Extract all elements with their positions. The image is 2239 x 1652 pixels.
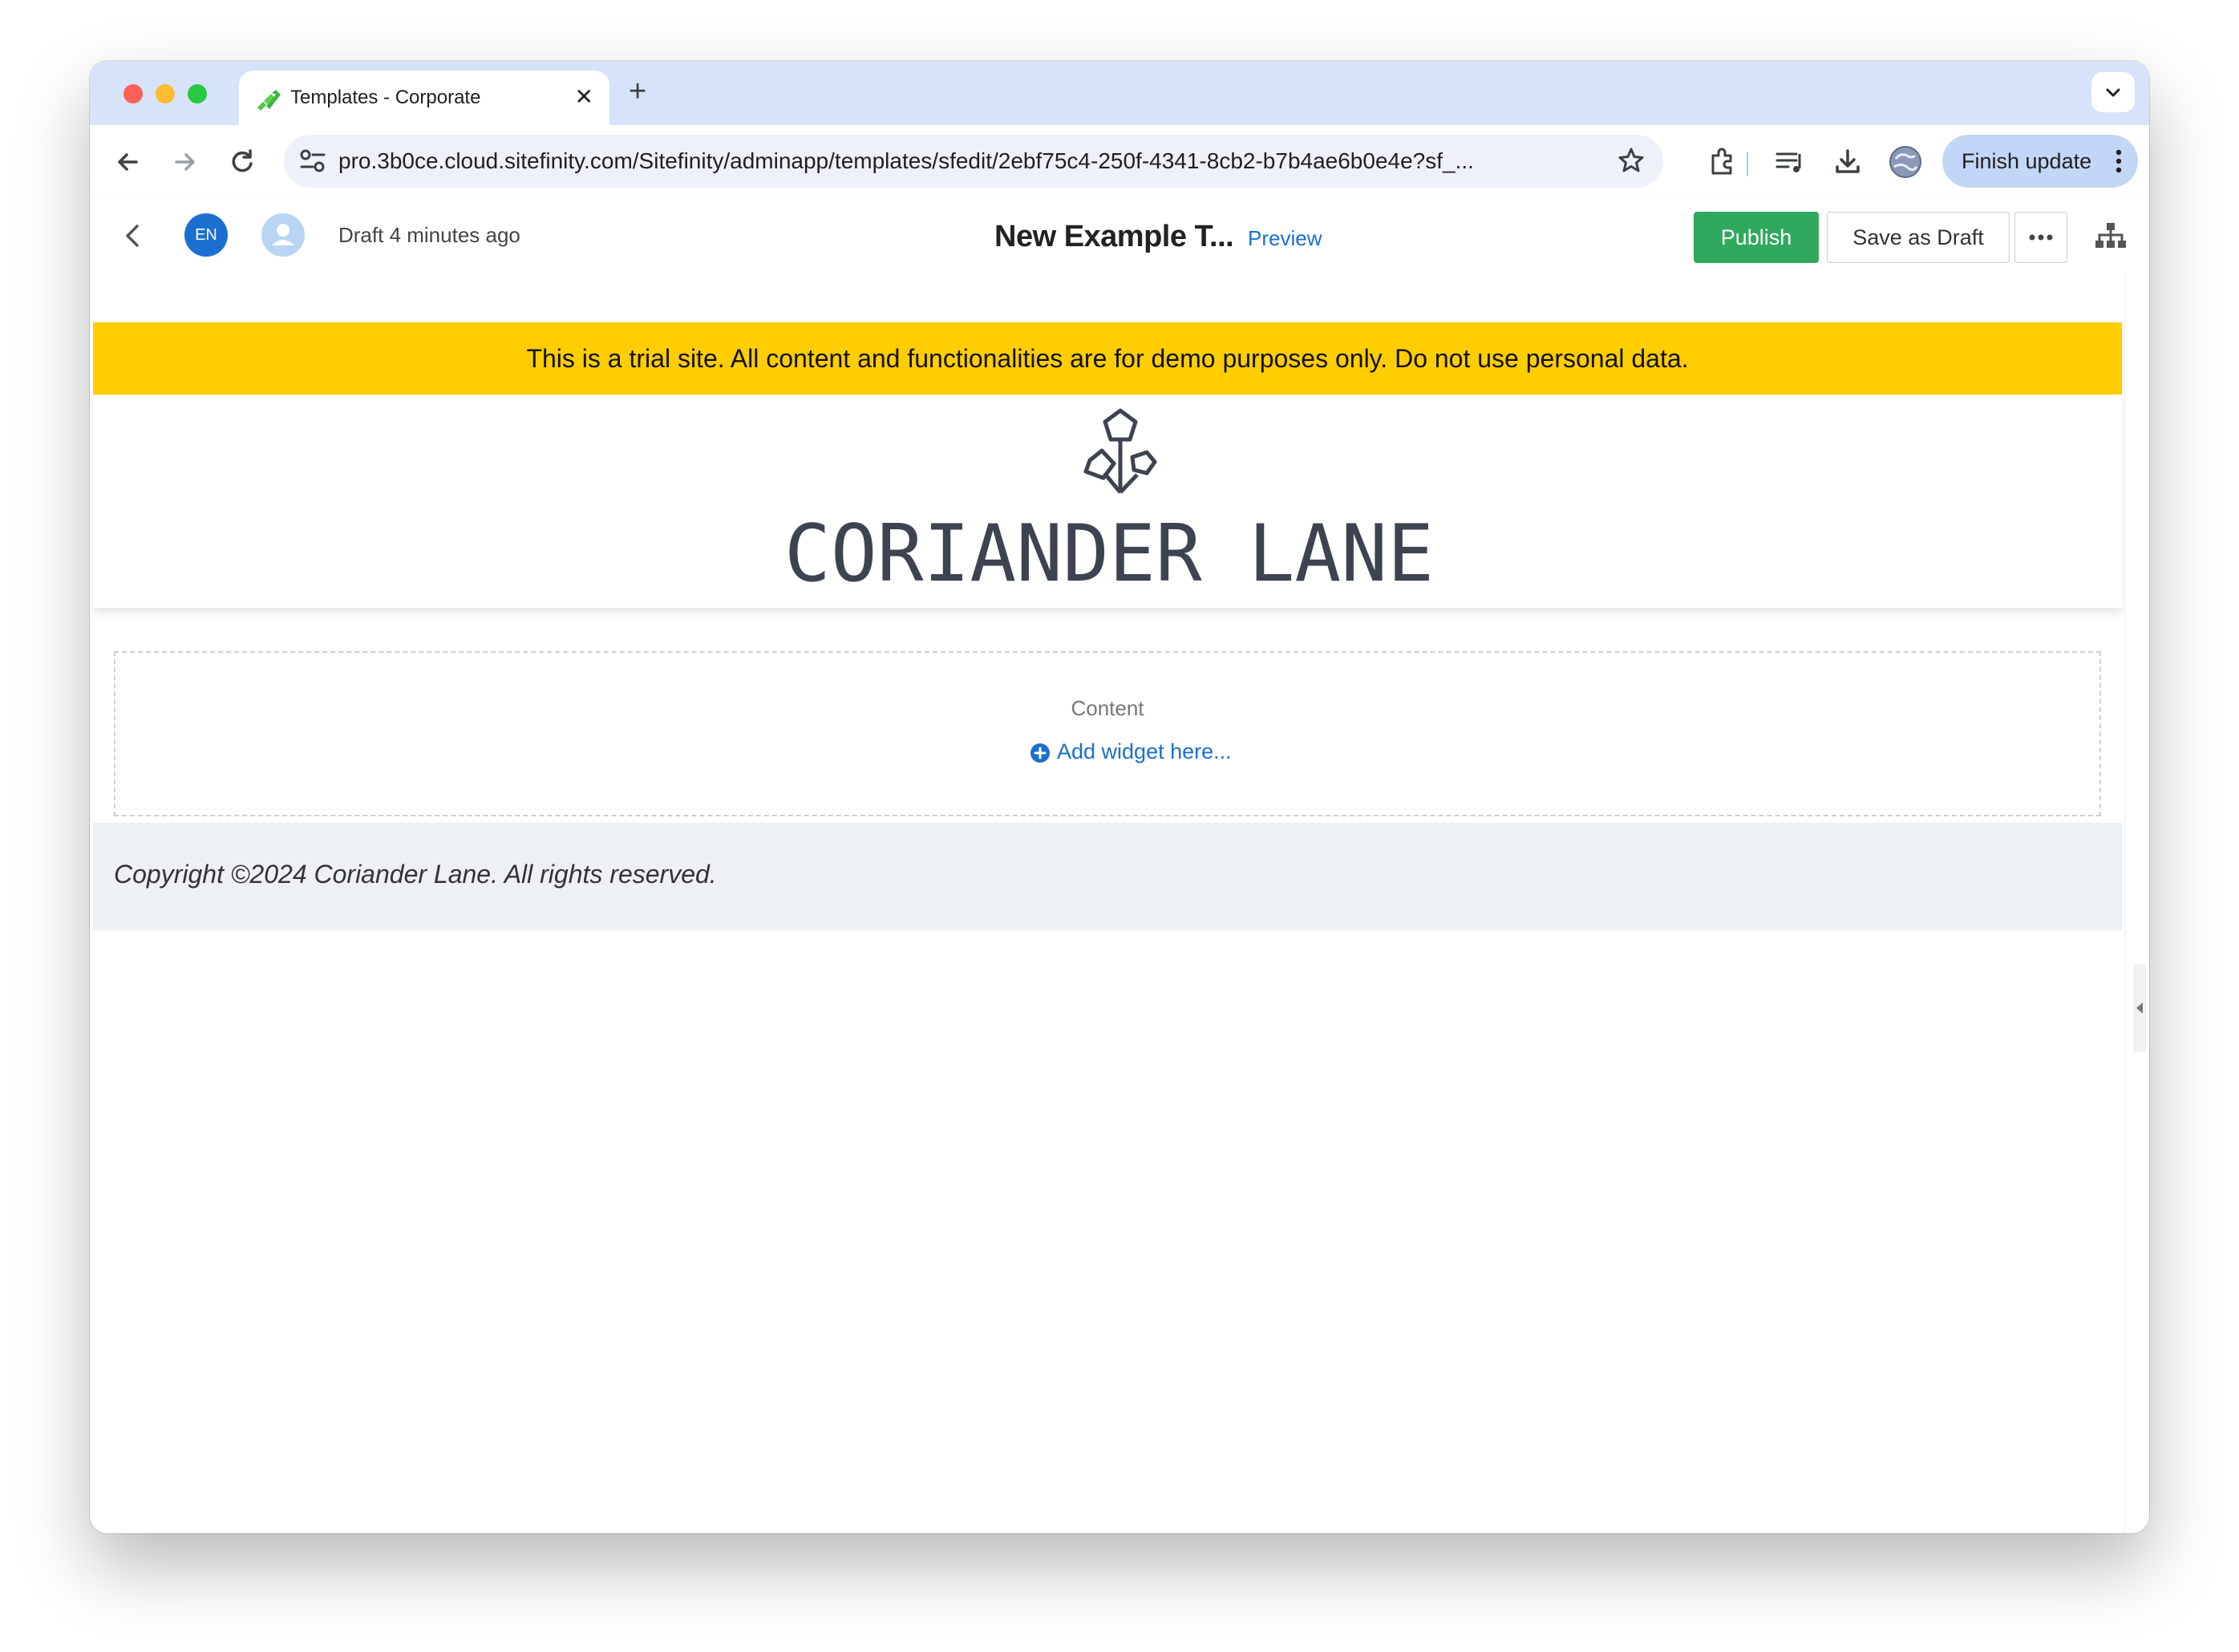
site-header[interactable]: CORIANDER LANE bbox=[93, 395, 2122, 608]
coriander-lane-logo-mark bbox=[1083, 408, 1157, 494]
site-footer[interactable]: Copyright ©2024 Coriander Lane. All righ… bbox=[93, 823, 2122, 930]
toolbar-separator bbox=[1747, 152, 1748, 176]
side-panel bbox=[2124, 273, 2149, 1533]
browser-toolbar: pro.3b0ce.cloud.sitefinity.com/Sitefinit… bbox=[90, 125, 2149, 200]
page-canvas: This is a trial site. All content and fu… bbox=[90, 273, 2125, 1533]
media-control-icon[interactable] bbox=[1772, 144, 1808, 180]
sitemap-icon[interactable] bbox=[2095, 221, 2127, 250]
content-placeholder[interactable]: Content Add widget here... bbox=[114, 651, 2101, 816]
sitefinity-favicon bbox=[257, 90, 281, 111]
tab-title: Templates - Corporate bbox=[290, 87, 481, 108]
plus-icon[interactable]: + bbox=[629, 74, 646, 109]
tab-strip: Templates - Corporate ✕ + bbox=[90, 61, 2149, 125]
add-widget-label: Add widget here... bbox=[1057, 739, 1232, 763]
side-panel-toggle[interactable] bbox=[2133, 964, 2146, 1052]
add-circle-icon bbox=[1030, 743, 1050, 763]
address-bar[interactable]: pro.3b0ce.cloud.sitefinity.com/Sitefinit… bbox=[284, 135, 1663, 188]
close-icon[interactable]: ✕ bbox=[575, 83, 593, 111]
user-icon bbox=[272, 224, 294, 245]
download-icon[interactable] bbox=[1830, 144, 1865, 180]
extensions-icon[interactable] bbox=[1705, 144, 1740, 180]
user-avatar[interactable] bbox=[261, 213, 305, 257]
profile-icon[interactable] bbox=[1888, 144, 1923, 180]
more-horiz-icon bbox=[2029, 234, 2053, 241]
content-zone-label: Content bbox=[1071, 696, 1144, 720]
finish-update-button[interactable]: Finish update bbox=[1942, 135, 2138, 188]
tab-templates-corporate[interactable]: Templates - Corporate ✕ bbox=[239, 71, 609, 125]
chevron-left-icon[interactable] bbox=[119, 221, 148, 250]
trial-banner: This is a trial site. All content and fu… bbox=[93, 322, 2122, 395]
language-badge[interactable]: EN bbox=[184, 213, 228, 257]
chevron-down-icon bbox=[2106, 88, 2120, 97]
forward-arrow-icon[interactable] bbox=[167, 144, 202, 180]
caret-left-icon bbox=[2136, 1002, 2143, 1014]
star-icon[interactable] bbox=[1617, 146, 1646, 175]
finish-update-label: Finish update bbox=[1962, 149, 2092, 173]
logo-text: CORIANDER LANE bbox=[784, 515, 1434, 587]
browser-window: Templates - Corporate ✕ + pro.3b0ce.clou… bbox=[90, 61, 2149, 1533]
preview-link[interactable]: Preview bbox=[1248, 226, 1322, 251]
save-as-draft-button[interactable]: Save as Draft bbox=[1827, 212, 2010, 263]
minimize-window-button[interactable] bbox=[156, 84, 175, 103]
back-arrow-icon[interactable] bbox=[111, 144, 146, 180]
coriander-lane-logo: CORIANDER LANE bbox=[784, 515, 1434, 587]
more-vert-icon bbox=[2116, 149, 2122, 173]
site-settings-icon[interactable] bbox=[298, 148, 327, 175]
close-window-button[interactable] bbox=[123, 84, 143, 103]
copyright-text: Copyright ©2024 Coriander Lane. All righ… bbox=[114, 860, 717, 889]
maximize-window-button[interactable] bbox=[188, 84, 207, 103]
reload-icon[interactable] bbox=[225, 144, 260, 180]
url-text: pro.3b0ce.cloud.sitefinity.com/Sitefinit… bbox=[338, 148, 1474, 173]
editor-toolbar: EN Draft 4 minutes ago New Example T... … bbox=[90, 199, 2149, 273]
tab-search-button[interactable] bbox=[2091, 72, 2135, 112]
more-actions-button[interactable] bbox=[2014, 212, 2067, 263]
draft-status: Draft 4 minutes ago bbox=[338, 223, 520, 247]
page-title: New Example T... bbox=[994, 220, 1234, 253]
publish-button[interactable]: Publish bbox=[1694, 212, 1819, 263]
